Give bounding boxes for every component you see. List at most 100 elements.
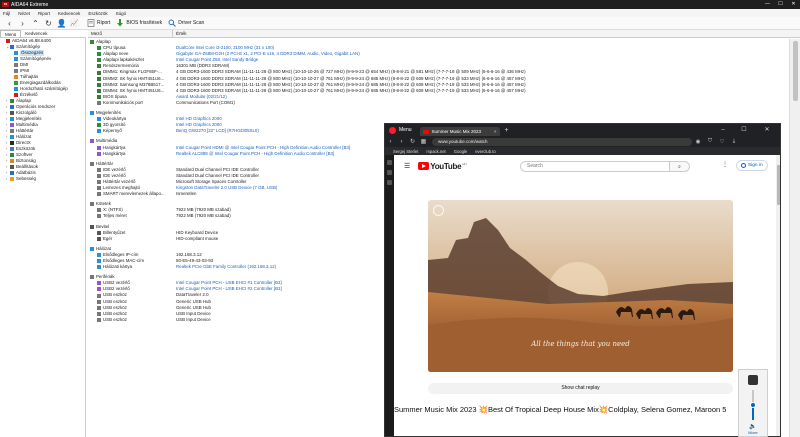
tree-node-icon [6,39,10,43]
sidebar-app-icon[interactable] [387,170,392,175]
browser-maximize-button[interactable]: ☐ [737,124,751,136]
row-icon [97,145,101,150]
menu-view[interactable]: Nézet [18,11,30,16]
row-icon [97,52,101,57]
new-tab-icon[interactable]: + [505,127,509,134]
menu-file[interactable]: Fájl [3,11,10,16]
minimize-button[interactable]: — [761,0,774,9]
search-button[interactable]: ⌕ [670,161,690,172]
download-icon[interactable]: ⤓ [728,138,740,145]
tree-node-icon [14,93,18,97]
value-link[interactable]: BenQ GW2270 [22" LCD] (R7H04305SL0) [173,128,259,134]
heart-icon[interactable]: ♡ [716,139,728,145]
browser-menu-button[interactable]: Menu [389,126,412,134]
menu-report[interactable]: Riport [38,11,50,16]
driver-scan-button[interactable]: Driver Scan [168,19,204,27]
menu-favorites[interactable]: Kedvencek [58,11,80,16]
refresh-icon[interactable]: ↻ [42,17,55,30]
section-icon [90,202,94,207]
more-options-icon[interactable]: ⋮ [722,161,728,168]
youtube-logo[interactable]: YouTube HU [418,162,467,171]
row-icon [97,299,101,304]
tab-close-icon[interactable]: × [494,129,497,134]
bookmark-item[interactable]: mpack.net [426,149,445,154]
field-label: SMART merevlemezek állapo... [103,191,165,197]
sign-in-button[interactable]: Sign in [736,160,768,171]
sidebar-app-icon[interactable] [387,160,392,165]
user-icon[interactable]: 👤 [55,17,68,30]
field-label: Kommunikációs port [103,99,143,105]
tree-node-icon [14,87,18,91]
bookmark-item[interactable]: Sergej Sterlet [393,149,418,154]
youtube-search-input[interactable]: Search [520,161,670,172]
row-icon [97,151,101,156]
row-icon [97,311,101,316]
tree-item[interactable]: › Sebesség [0,176,85,182]
hamburger-menu-icon[interactable]: ☰ [404,162,410,170]
main-scrollbar[interactable] [789,39,800,437]
main-scrollbar-thumb[interactable] [793,41,798,101]
bookmark-item[interactable]: Google [454,149,468,154]
tab-favorites[interactable]: Kedvencek [21,30,51,37]
tree-node-icon [10,45,14,49]
camera-icon[interactable]: ◉ [692,139,704,145]
app-title-bar: 64 AIDA64 Extreme — ☐ ✕ [0,0,800,9]
row-icon [97,167,101,172]
browser-scrollbar[interactable] [776,155,780,436]
menu-help[interactable]: Súgó [116,11,127,16]
shield-icon[interactable]: ⛉ [704,138,716,145]
app-logo-icon: 64 [2,2,9,7]
show-chat-replay-button[interactable]: Show chat replay [428,383,733,394]
row-icon [97,88,101,93]
report-button[interactable]: Riport [87,19,110,27]
tabs-grid-icon[interactable]: ▦ [418,138,429,145]
browser-scrollbar-thumb[interactable] [776,165,780,205]
row-icon [97,129,101,134]
value-link[interactable]: Realtek PCIe GbE Family Controller (192.… [173,264,276,270]
row-icon [97,46,101,51]
volume-slider-handle[interactable] [750,402,756,408]
tree-node-icon [14,69,18,73]
tree-node-icon [10,129,14,133]
device-icon [748,375,758,385]
search-icon: ⌕ [678,164,681,170]
bookmark-item[interactable]: everclub.to [475,149,495,154]
browser-tab[interactable]: Summer Music Mix 2023 × [419,127,500,136]
field-label: Hangkártya [103,150,126,156]
video-player[interactable]: All the things that you need [428,200,733,372]
row-icon [97,287,101,292]
column-field[interactable]: Mező [88,30,173,37]
mixer-label[interactable]: Mixer [739,430,767,435]
back-icon[interactable]: ‹ [3,17,16,30]
close-button[interactable]: ✕ [787,0,800,9]
up-icon[interactable]: ⌃ [29,17,42,30]
row-icon [97,180,101,185]
maximize-button[interactable]: ☐ [774,0,787,9]
browser-back-icon[interactable]: ‹ [385,139,396,145]
forward-icon[interactable]: › [16,17,29,30]
browser-tab-title: Summer Music Mix 2023 [431,129,482,134]
value-link[interactable]: Realtek ALC889 @ Intel Cougar Point PCH … [173,151,334,157]
section-icon [90,40,94,45]
menu-tools[interactable]: Eszközök [88,11,107,16]
tree-item-label: Sebesség [16,176,37,181]
url-field[interactable]: www.youtube.com/watch [432,137,692,146]
youtube-page: ☰ YouTube HU Search ⌕ ⋮ Sign in All the … [394,155,779,436]
browser-forward-icon[interactable]: › [396,139,407,145]
row-icon [97,293,101,298]
browser-minimize-button[interactable]: – [716,124,730,136]
section-icon [90,275,94,280]
speaker-icon[interactable]: 🔈 [749,423,756,430]
tab-menu[interactable]: Menü [0,30,22,37]
chart-icon[interactable]: 📈 [68,17,81,30]
browser-close-button[interactable]: ✕ [760,124,774,136]
sidebar-app-icon[interactable] [387,180,392,185]
field-value: USB Input Device [176,316,211,322]
browser-reload-icon[interactable]: ↻ [407,138,418,145]
column-value[interactable]: Érték [173,30,187,37]
sidebar-tabs: Menü Kedvencek [0,30,86,38]
bios-update-button[interactable]: BIOS frissítések [116,19,162,27]
section-icon [90,139,94,144]
volume-mixer: 🔈 Mixer [738,369,768,437]
tree-node-icon [10,147,14,151]
